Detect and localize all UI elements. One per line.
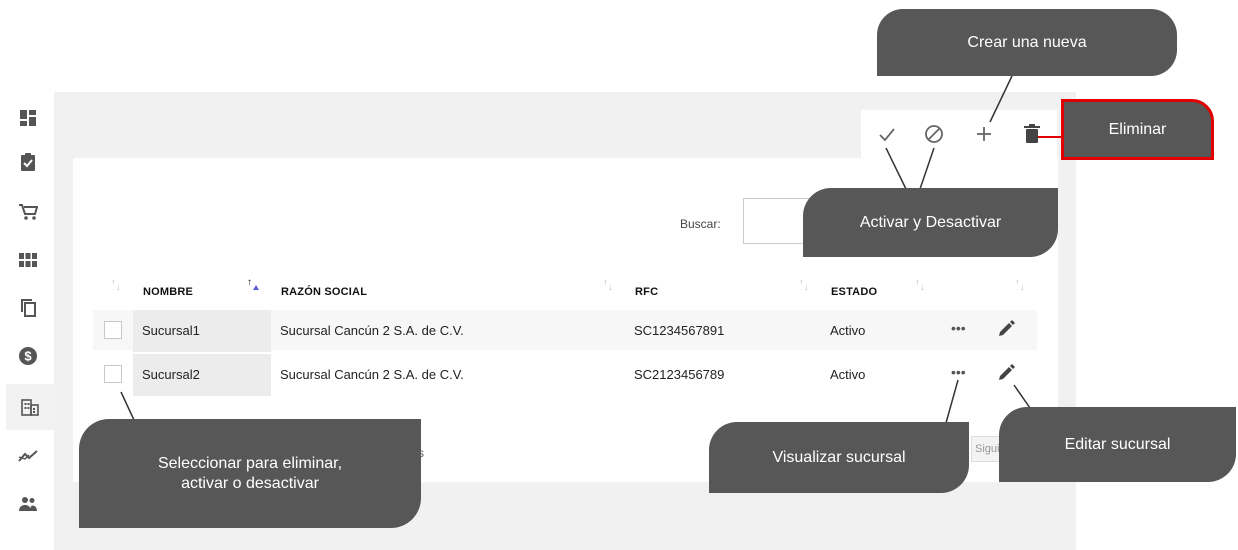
callout-eliminar: Eliminar xyxy=(1061,99,1214,160)
callout-seleccionar-text: Seleccionar para eliminar, activar o des… xyxy=(158,454,342,494)
callout-activar: Activar y Desactivar xyxy=(803,188,1058,257)
callout-seleccionar-line1: Seleccionar para eliminar, xyxy=(157,454,343,472)
callout-seleccionar: Seleccionar para eliminar, activar o des… xyxy=(79,419,421,528)
callout-seleccionar-line2: activar o desactivar xyxy=(181,474,319,492)
callout-crear: Crear una nueva xyxy=(877,9,1177,76)
callout-visualizar: Visualizar sucursal xyxy=(709,422,969,493)
callout-editar: Editar sucursal xyxy=(999,407,1236,482)
